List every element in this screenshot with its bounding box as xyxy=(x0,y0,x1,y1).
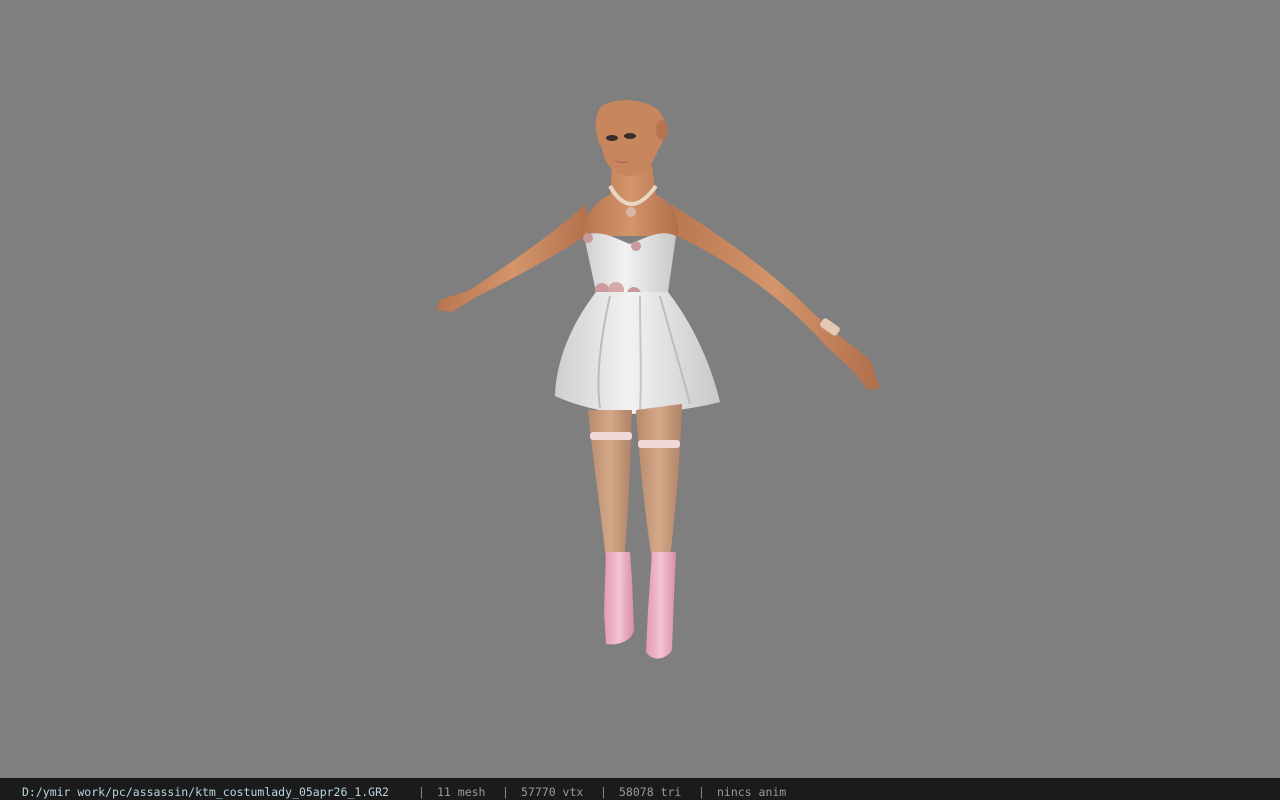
necklace-pendant xyxy=(626,207,636,217)
triangle-count: 58078 tri xyxy=(619,785,682,799)
animation-status: nincs anim xyxy=(717,785,787,799)
status-bar: D:/ymir work/pc/assassin/ktm_costumlady_… xyxy=(0,778,1280,800)
separator: | xyxy=(600,785,607,799)
ear xyxy=(656,120,668,140)
skirt-fold xyxy=(639,295,642,411)
left-eye xyxy=(606,135,618,141)
bodice-flower xyxy=(583,233,593,243)
separator: | xyxy=(502,785,509,799)
bodice-flower xyxy=(631,241,641,251)
vertex-count: 57770 vtx xyxy=(521,785,584,799)
3d-viewport[interactable] xyxy=(0,0,1280,778)
left-shoe xyxy=(604,552,634,645)
mesh-count: 11 mesh xyxy=(437,785,486,799)
right-leg xyxy=(636,404,682,560)
right-eye xyxy=(624,133,636,139)
left-arm xyxy=(436,205,592,312)
bodice xyxy=(584,233,676,292)
stocking-band-left xyxy=(590,432,632,440)
skirt xyxy=(555,292,720,414)
right-shoe xyxy=(646,552,676,659)
separator: | xyxy=(418,785,425,799)
stocking-band-right xyxy=(638,440,680,448)
character-model[interactable] xyxy=(0,0,1280,778)
separator: | xyxy=(698,785,705,799)
file-path: D:/ymir work/pc/assassin/ktm_costumlady_… xyxy=(22,785,389,799)
